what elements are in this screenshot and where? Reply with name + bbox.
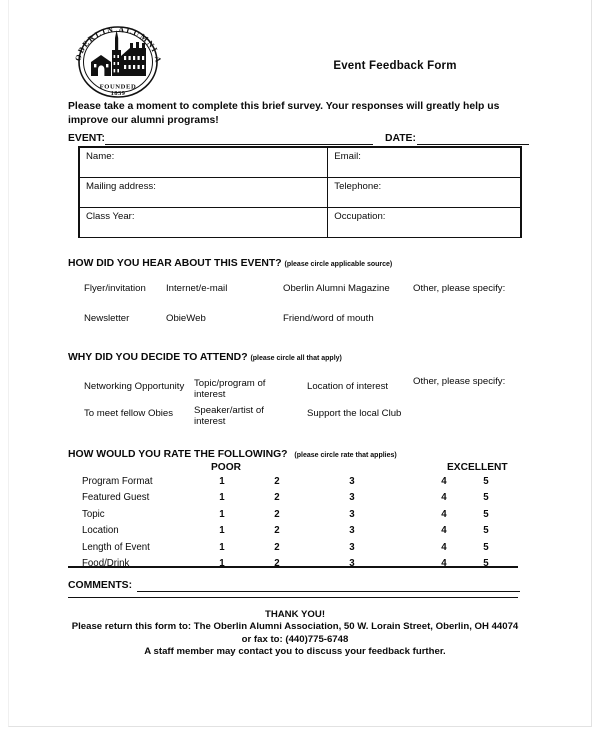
rating-2[interactable]: 2 — [270, 525, 284, 536]
option-other-please-specify[interactable]: Other, please specify: — [413, 376, 533, 387]
occupation-cell[interactable]: Occupation: — [327, 207, 521, 238]
option-location-of-interest[interactable]: Location of interest — [307, 381, 417, 392]
class-year-cell[interactable]: Class Year: — [78, 207, 329, 238]
rating-2[interactable]: 2 — [270, 492, 284, 503]
intro-paragraph: Please take a moment to complete this br… — [68, 101, 500, 126]
decide-attend-hint: (please circle all that apply) — [250, 355, 342, 362]
thank-you-text: THANK YOU! — [264, 609, 326, 620]
rating-row-program-format: Program Format 1 2 3 4 5 — [68, 475, 520, 491]
rating-5[interactable]: 5 — [479, 492, 493, 503]
rating-5[interactable]: 5 — [479, 476, 493, 487]
decide-attend-heading: WHY DID YOU DECIDE TO ATTEND? (please ci… — [68, 352, 342, 363]
rating-3[interactable]: 3 — [345, 476, 359, 487]
rating-row-featured-guest: Featured Guest 1 2 3 4 5 — [68, 491, 520, 507]
rating-1[interactable]: 1 — [215, 476, 229, 487]
comments-label: COMMENTS: — [68, 580, 133, 591]
rating-1[interactable]: 1 — [215, 509, 229, 520]
rating-low-label: POOR — [211, 462, 242, 473]
oberlin-alumni-association-seal-icon: OBERLIN ALUMNI ASSOCIATION — [68, 24, 168, 100]
option-internet-email[interactable]: Internet/e-mail — [166, 283, 276, 294]
option-support-the-local-club[interactable]: Support the local Club — [307, 408, 427, 419]
page-title: Event Feedback Form — [333, 60, 457, 72]
telephone-cell[interactable]: Telephone: — [327, 177, 521, 208]
option-topic-program-of-interest[interactable]: Topic/program of interest — [194, 378, 270, 400]
rating-row-topic: Topic 1 2 3 4 5 — [68, 508, 520, 524]
event-date-row: EVENT: DATE: — [68, 129, 529, 145]
decide-attend-heading-text: WHY DID YOU DECIDE TO ATTEND? — [68, 352, 248, 363]
table-row: Name: Email: — [78, 147, 521, 178]
comments-row: COMMENTS: — [68, 576, 520, 592]
option-friend-word-of-mouth[interactable]: Friend/word of mouth — [283, 313, 423, 324]
rating-5[interactable]: 5 — [479, 509, 493, 520]
rating-2[interactable]: 2 — [270, 509, 284, 520]
rating-4[interactable]: 4 — [437, 509, 451, 520]
rating-item-label: Location — [82, 525, 119, 537]
hear-about-options: Flyer/invitation Internet/e-mail Oberlin… — [68, 283, 520, 331]
mailing-address-cell[interactable]: Mailing address: — [78, 177, 329, 208]
date-label: DATE: — [384, 133, 416, 144]
form-header: OBERLIN ALUMNI ASSOCIATION — [60, 20, 530, 102]
rating-1[interactable]: 1 — [215, 525, 229, 536]
comments-input-line-2[interactable] — [68, 597, 518, 598]
rating-item-label: Length of Event — [82, 541, 150, 553]
return-address: Please return this form to: The Oberlin … — [71, 621, 519, 633]
hear-about-heading-text: HOW DID YOU HEAR ABOUT THIS EVENT? — [68, 258, 282, 269]
rating-2[interactable]: 2 — [270, 542, 284, 553]
rating-heading-text: HOW WOULD YOU RATE THE FOLLOWING? — [68, 449, 288, 460]
event-label: EVENT: — [68, 133, 105, 144]
fax-number: or fax to: (440)775-6748 — [241, 633, 349, 645]
option-oberlin-alumni-magazine[interactable]: Oberlin Alumni Magazine — [283, 283, 423, 294]
date-input[interactable] — [416, 133, 529, 145]
rating-item-label: Topic — [82, 508, 105, 520]
rating-5[interactable]: 5 — [479, 525, 493, 536]
option-speaker-artist-of-interest[interactable]: Speaker/artist of interest — [194, 405, 270, 427]
document-page: OBERLIN ALUMNI ASSOCIATION — [0, 0, 600, 730]
option-networking-opportunity[interactable]: Networking Opportunity — [84, 381, 204, 392]
rating-1[interactable]: 1 — [215, 492, 229, 503]
event-input[interactable] — [104, 133, 373, 145]
rating-3[interactable]: 3 — [345, 525, 359, 536]
table-row: Class Year: Occupation: — [78, 207, 521, 238]
rating-4[interactable]: 4 — [437, 492, 451, 503]
rating-hint: (please circle rate that applies) — [294, 452, 397, 459]
rating-4[interactable]: 4 — [437, 476, 451, 487]
option-other-please-specify[interactable]: Other, please specify: — [413, 283, 533, 294]
rating-2[interactable]: 2 — [270, 476, 284, 487]
rating-row-location: Location 1 2 3 4 5 — [68, 524, 520, 540]
option-obieweb[interactable]: ObieWeb — [166, 313, 276, 324]
rating-3[interactable]: 3 — [345, 509, 359, 520]
rating-item-label: Featured Guest — [82, 492, 150, 504]
rating-table: POOR EXCELLENT Program Format 1 2 3 4 5 … — [68, 462, 520, 573]
rating-1[interactable]: 1 — [215, 542, 229, 553]
rating-4[interactable]: 4 — [437, 542, 451, 553]
rating-4[interactable]: 4 — [437, 525, 451, 536]
svg-text:1839: 1839 — [111, 90, 126, 97]
rating-high-label: EXCELLENT — [447, 462, 508, 473]
email-cell[interactable]: Email: — [327, 147, 521, 178]
form-footer: THANK YOU! Please return this form to: T… — [60, 609, 530, 658]
rating-3[interactable]: 3 — [345, 492, 359, 503]
option-to-meet-fellow-obies[interactable]: To meet fellow Obies — [84, 408, 204, 419]
rating-row-length-of-event: Length of Event 1 2 3 4 5 — [68, 541, 520, 557]
contact-note: A staff member may contact you to discus… — [144, 645, 446, 657]
rating-item-label: Program Format — [82, 476, 153, 487]
respondent-info-table: Name: Email: Mailing address: Telephone:… — [78, 146, 522, 238]
hear-about-hint: (please circle applicable source) — [284, 261, 393, 268]
section-divider — [68, 566, 518, 568]
name-cell[interactable]: Name: — [78, 147, 329, 178]
decide-attend-options: Networking Opportunity Topic/program of … — [68, 376, 520, 428]
comments-input-line-1[interactable] — [137, 580, 520, 592]
rating-heading: HOW WOULD YOU RATE THE FOLLOWING? (pleas… — [68, 449, 397, 460]
hear-about-heading: HOW DID YOU HEAR ABOUT THIS EVENT? (plea… — [68, 258, 392, 269]
table-row: Mailing address: Telephone: — [78, 177, 521, 208]
rating-3[interactable]: 3 — [345, 542, 359, 553]
rating-scale-header: POOR EXCELLENT — [68, 462, 520, 475]
rating-5[interactable]: 5 — [479, 542, 493, 553]
